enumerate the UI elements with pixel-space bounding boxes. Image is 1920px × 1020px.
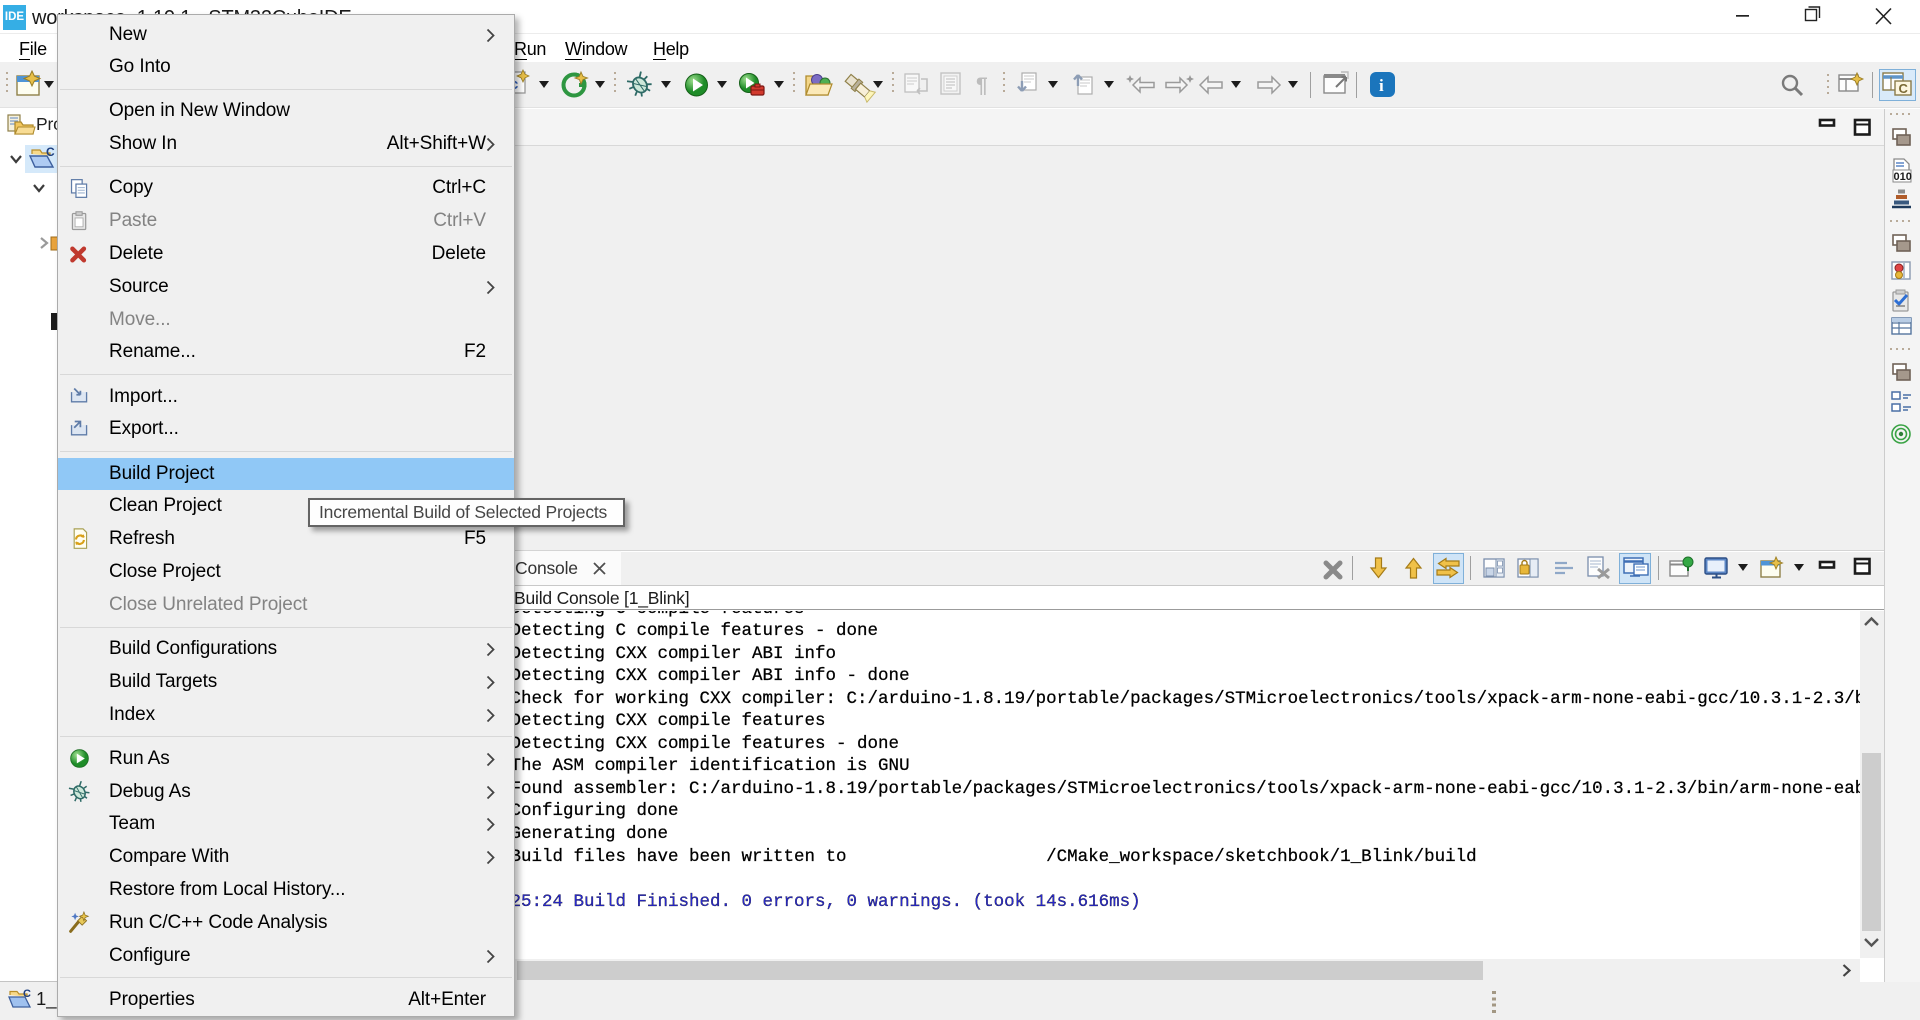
svg-text:010: 010 [1894, 171, 1912, 183]
svg-text:i: i [1379, 76, 1384, 95]
svg-text:C: C [1899, 81, 1909, 96]
svg-text:¶: ¶ [976, 74, 988, 97]
svg-text:C: C [46, 145, 55, 159]
svg-text:C: C [23, 988, 31, 1000]
